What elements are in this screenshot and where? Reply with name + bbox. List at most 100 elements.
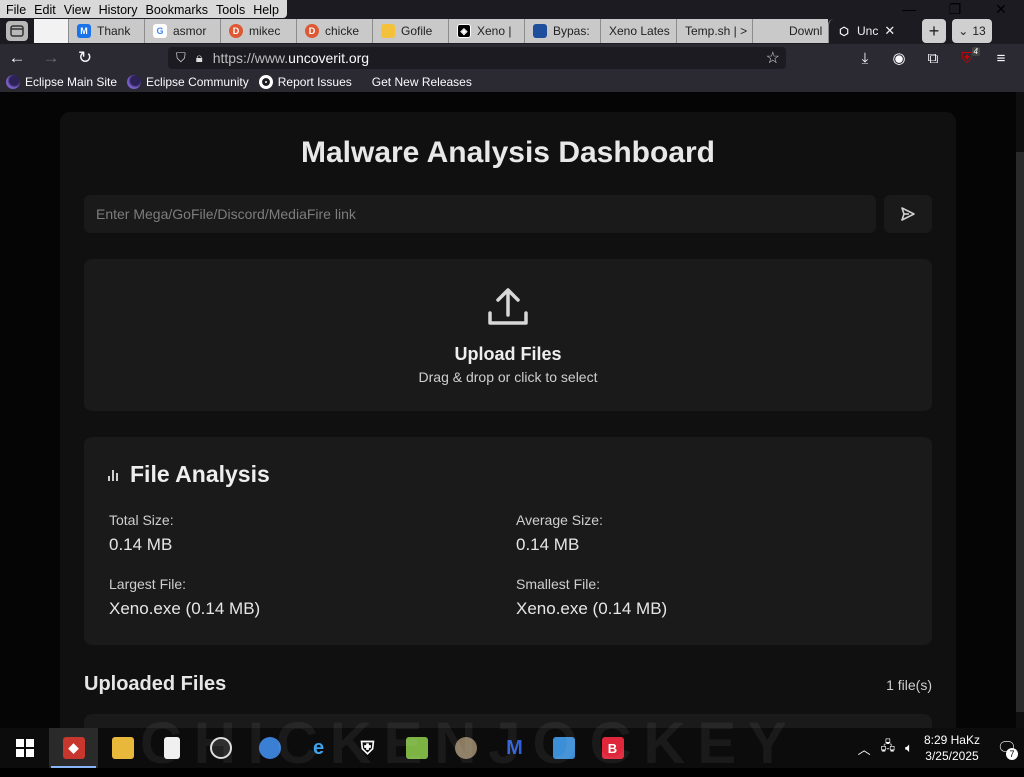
uploaded-files-heading: Uploaded Files <box>84 673 227 695</box>
stat-value: Xeno.exe (0.14 MB) <box>516 599 668 618</box>
tab-label: Gofile <box>401 24 433 38</box>
menu-edit[interactable]: Edit <box>30 0 60 18</box>
bookmark-star-icon[interactable]: ☆ <box>766 48 780 68</box>
analysis-header: File Analysis <box>108 461 270 488</box>
tracking-protection-icon[interactable]: ⛉ <box>176 50 186 66</box>
file-analysis-card: File Analysis Total Size: 0.14 MB Averag… <box>84 437 932 645</box>
bookmark-label: Get New Releases <box>371 75 472 89</box>
tab-label: Xeno | <box>477 24 512 38</box>
action-center-button[interactable]: 🗨︎ 7 <box>990 728 1024 768</box>
duckduckgo-icon: D <box>229 24 243 38</box>
chevron-down-icon: ⌄ <box>958 24 969 38</box>
hamburger-menu-icon[interactable]: ≡ <box>984 50 1018 67</box>
tab-download[interactable]: Downl <box>752 19 828 43</box>
tab-mikec[interactable]: D mikec <box>220 19 296 43</box>
stat-average-size: Average Size: 0.14 MB <box>516 512 603 555</box>
list-all-tabs-button[interactable]: ⌄ 13 <box>952 19 992 43</box>
taskbar-app-malwarebytes[interactable]: M <box>490 728 539 768</box>
tab-thank[interactable]: M Thank <box>68 19 144 43</box>
tab-temp-sh[interactable]: Temp.sh | > <box>676 19 752 43</box>
upload-dropzone[interactable]: Upload Files Drag & drop or click to sel… <box>84 259 932 411</box>
extensions-icon[interactable]: ⧉ <box>916 50 950 67</box>
tab-uncoverit[interactable]: ⬡ Unc ✕ <box>828 19 896 43</box>
scrollbar-thumb[interactable] <box>1016 152 1024 712</box>
tab-chicke[interactable]: D chicke <box>296 19 372 43</box>
folder-icon <box>111 737 134 759</box>
upload-subtitle: Drag & drop or click to select <box>418 369 598 385</box>
close-tab-icon[interactable]: ✕ <box>884 23 895 39</box>
github-icon <box>258 75 273 89</box>
taskbar-app-globe[interactable] <box>245 728 294 768</box>
uploaded-files-list <box>84 714 932 728</box>
submit-link-button[interactable] <box>884 195 932 233</box>
bookmark-eclipse-community[interactable]: Eclipse Community <box>127 75 249 89</box>
bookmark-get-new-releases[interactable]: Get New Releases <box>372 75 472 89</box>
volume-icon[interactable]: 🔈︎ <box>900 740 918 756</box>
menu-tools[interactable]: Tools <box>212 0 249 18</box>
taskbar-app-internet-explorer[interactable]: e <box>294 728 343 768</box>
minimize-button[interactable]: — <box>886 0 932 18</box>
url-bar[interactable]: ⛉ 🔒︎ https://www.uncoverit.org ☆ <box>168 47 786 69</box>
firefox-view-button[interactable] <box>0 18 34 44</box>
taskbar-app-file-explorer[interactable] <box>98 728 147 768</box>
analysis-title: File Analysis <box>130 461 270 487</box>
clock-date: 3/25/2025 <box>925 749 979 763</box>
arrow-left-icon: ← <box>8 48 26 67</box>
tab-label: Xeno Lates <box>609 24 670 38</box>
taskbar-app-gimp[interactable] <box>441 728 490 768</box>
page-scrollbar[interactable] <box>1016 92 1024 728</box>
taskbar-app-bitdefender[interactable]: B <box>588 728 637 768</box>
tab-bypass[interactable]: Bypas: <box>524 19 600 43</box>
plus-icon: + <box>928 20 940 41</box>
file-count: 1 file(s) <box>886 677 932 693</box>
taskbar-app-security[interactable]: ⛨ <box>343 728 392 768</box>
menu-history[interactable]: History <box>95 0 142 18</box>
clock[interactable]: 8:29 HaKz 3/25/2025 <box>918 732 990 764</box>
globe-icon <box>258 737 281 759</box>
new-tab-button[interactable]: + <box>922 19 946 43</box>
taskbar-app-notepad[interactable] <box>147 728 196 768</box>
browser-titlebar: File Edit View History Bookmarks Tools H… <box>0 0 1024 44</box>
tab-strip: M Thank G asmor D mikec D chicke Gofile … <box>0 18 1024 44</box>
app-icon: ◆ <box>62 737 85 759</box>
bookmark-label: Eclipse Main Site <box>25 75 118 89</box>
tab-blank[interactable] <box>34 19 68 43</box>
tab-label: asmor <box>173 24 207 38</box>
menu-view[interactable]: View <box>60 0 95 18</box>
window-controls: — ❐ ✕ <box>886 0 1024 18</box>
taskbar-app-browser[interactable]: ◆ <box>49 728 98 768</box>
taskbar-app-monitor[interactable] <box>539 728 588 768</box>
taskbar-app-android[interactable] <box>392 728 441 768</box>
ublock-icon[interactable]: ⛨ 4 <box>950 46 984 67</box>
tab-asmor[interactable]: G asmor <box>144 19 220 43</box>
account-icon[interactable]: ◉ <box>882 49 916 67</box>
link-input[interactable] <box>84 195 876 233</box>
navigation-toolbar: ← → ↻ ⛉ 🔒︎ https://www.uncoverit.org ☆ ⤓… <box>0 44 1024 72</box>
stat-value: 0.14 MB <box>109 535 173 554</box>
start-button[interactable] <box>0 728 49 768</box>
chevron-up-icon[interactable]: ︿ <box>853 739 876 758</box>
url-text: https://www.uncoverit.org <box>212 50 370 66</box>
forward-button[interactable]: → <box>34 44 68 72</box>
downloads-icon[interactable]: ⤓ <box>848 50 882 67</box>
bookmark-report-issues[interactable]: Report Issues <box>258 75 352 89</box>
menu-bookmarks[interactable]: Bookmarks <box>141 0 212 18</box>
menu-help[interactable]: Help <box>249 0 283 18</box>
restore-button[interactable]: ❐ <box>932 0 978 18</box>
lock-icon[interactable]: 🔒︎ <box>196 50 203 66</box>
stat-label: Largest File: <box>109 576 187 592</box>
taskbar-app-obs[interactable] <box>196 728 245 768</box>
bookmarks-toolbar: Eclipse Main Site Eclipse Community Repo… <box>0 72 1024 92</box>
tab-xeno-latest[interactable]: Xeno Lates <box>600 19 676 43</box>
bookmark-label: Eclipse Community <box>146 75 249 89</box>
menu-file[interactable]: File <box>2 0 30 18</box>
tab-xeno[interactable]: ◈ Xeno | <box>448 19 524 43</box>
obs-icon <box>209 737 232 759</box>
reload-button[interactable]: ↻ <box>68 44 102 72</box>
back-button[interactable]: ← <box>0 44 34 72</box>
send-icon <box>901 207 915 221</box>
close-window-button[interactable]: ✕ <box>978 0 1024 18</box>
bookmark-eclipse-main[interactable]: Eclipse Main Site <box>6 75 117 89</box>
network-icon[interactable]: 🖧︎ <box>876 737 901 759</box>
tab-gofile[interactable]: Gofile <box>372 19 448 43</box>
